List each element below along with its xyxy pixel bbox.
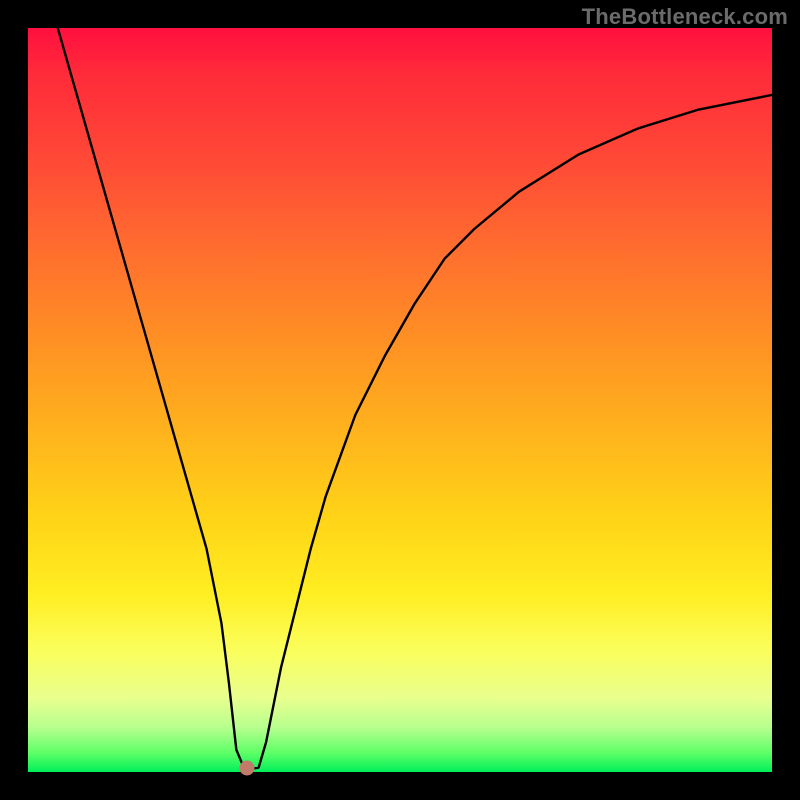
chart-frame: TheBottleneck.com (0, 0, 800, 800)
optimum-marker (240, 761, 255, 776)
bottleneck-curve (28, 28, 772, 772)
watermark-label: TheBottleneck.com (582, 4, 788, 30)
